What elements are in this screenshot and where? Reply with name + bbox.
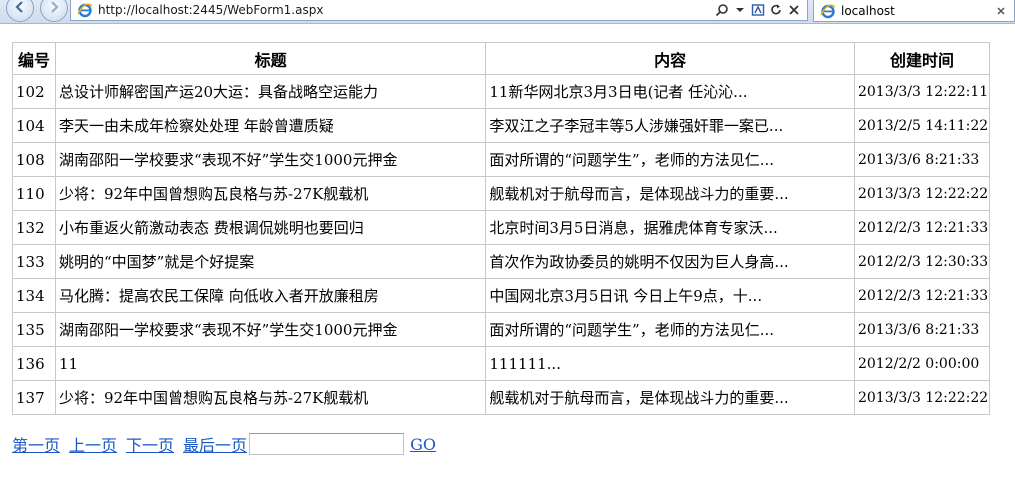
cell-created: 2013/3/6 8:21:33 [853,142,991,177]
column-header-id: 编号 [12,42,56,75]
cell-created: 2013/3/3 12:22:11 [853,74,991,109]
chevron-down-icon[interactable] [733,3,747,17]
table-row: 108 湖南邵阳一学校要求“表现不好”学生交1000元押金 面对所谓的“问题学生”，… [12,142,991,177]
cell-title: 湖南邵阳一学校要求“表现不好”学生交1000元押金 [54,142,487,177]
cell-id: 133 [12,244,56,279]
cell-id: 102 [12,74,56,109]
cell-content: 舰载机对于航母而言，是体现战斗力的重要... [485,380,855,415]
prev-page-link[interactable]: 上一页 [69,432,117,456]
cell-created: 2012/2/3 12:30:33 [853,244,991,279]
cell-created: 2012/2/3 12:21:33 [853,278,991,313]
cell-title: 小布重返火箭激动表态 费根调侃姚明也要回归 [54,210,487,245]
cell-created: 2013/3/3 12:22:22 [853,176,991,211]
cell-id: 104 [12,108,56,143]
pager: 第一页 上一页 下一页 最后一页 GO [12,432,445,456]
stop-icon[interactable] [787,3,801,17]
column-header-content: 内容 [485,42,855,75]
next-page-link[interactable]: 下一页 [126,432,174,456]
cell-created: 2012/2/3 12:21:33 [853,210,991,245]
tab-title: localhost [841,3,895,18]
table-row: 133 姚明的“中国梦”就是个好提案 首次作为政协委员的姚明不仅因为巨人身高... 2… [12,244,991,279]
browser-toolbar: http://localhost:2445/WebForm1.aspx loca… [0,0,1015,24]
compatibility-view-icon[interactable] [751,3,765,17]
table-row: 136 11 111111... 2012/2/2 0:00:00 [12,346,991,381]
cell-created: 2013/3/3 12:22:22 [853,380,991,415]
search-icon[interactable] [715,3,729,17]
cell-content: 李双江之子李冠丰等5人涉嫌强奸罪一案已... [485,108,855,143]
table-row: 102 总设计师解密国产运20大运：具备战略空运能力 11新华网北京3月3日电(记者… [12,74,991,109]
arrow-left-icon [13,0,27,18]
column-header-created: 创建时间 [853,42,991,75]
cell-content: 北京时间3月5日消息，据雅虎体育专家沃... [485,210,855,245]
address-bar[interactable]: http://localhost:2445/WebForm1.aspx [70,0,808,21]
cell-title: 湖南邵阳一学校要求“表现不好”学生交1000元押金 [54,312,487,347]
cell-content: 首次作为政协委员的姚明不仅因为巨人身高... [485,244,855,279]
table-row: 110 少将：92年中国曾想购瓦良格与苏-27K舰载机 舰载机对于航母而言，是体现战… [12,176,991,211]
arrow-right-icon [47,0,61,18]
go-link[interactable]: GO [410,435,436,454]
back-button[interactable] [6,0,34,22]
cell-content: 中国网北京3月5日讯 今日上午9点，十... [485,278,855,313]
cell-title: 少将：92年中国曾想购瓦良格与苏-27K舰载机 [54,380,487,415]
cell-id: 110 [12,176,56,211]
cell-title: 11 [54,346,487,381]
table-row: 137 少将：92年中国曾想购瓦良格与苏-27K舰载机 舰载机对于航母而言，是体现战… [12,380,991,415]
tab-favicon-icon [820,3,836,19]
cell-content: 111111... [485,346,855,381]
cell-title: 马化腾：提高农民工保障 向低收入者开放廉租房 [54,278,487,313]
address-url[interactable]: http://localhost:2445/WebForm1.aspx [98,3,715,17]
cell-title: 总设计师解密国产运20大运：具备战略空运能力 [54,74,487,109]
last-page-link[interactable]: 最后一页 [183,432,247,456]
cell-title: 李天一由未成年检察处处理 年龄曾遭质疑 [54,108,487,143]
cell-id: 108 [12,142,56,177]
cell-title: 少将：92年中国曾想购瓦良格与苏-27K舰载机 [54,176,487,211]
first-page-link[interactable]: 第一页 [12,432,60,456]
cell-created: 2012/2/2 0:00:00 [853,346,991,381]
grid-header-row: 编号 标题 内容 创建时间 [12,42,991,75]
cell-created: 2013/3/6 8:21:33 [853,312,991,347]
table-row: 132 小布重返火箭激动表态 费根调侃姚明也要回归 北京时间3月5日消息，据雅虎体育… [12,210,991,245]
cell-id: 135 [12,312,56,347]
cell-id: 136 [12,346,56,381]
cell-id: 137 [12,380,56,415]
cell-content: 面对所谓的“问题学生”，老师的方法见仁... [485,142,855,177]
page-number-input[interactable] [249,433,405,455]
table-row: 134 马化腾：提高农民工保障 向低收入者开放廉租房 中国网北京3月5日讯 今日上午… [12,278,991,313]
refresh-icon[interactable] [769,3,783,17]
table-row: 135 湖南邵阳一学校要求“表现不好”学生交1000元押金 面对所谓的“问题学生”，… [12,312,991,347]
browser-tab[interactable]: localhost [813,0,1015,22]
cell-id: 134 [12,278,56,313]
ie-logo-icon [77,2,93,18]
cell-content: 11新华网北京3月3日电(记者 任沁沁... [485,74,855,109]
table-row: 104 李天一由未成年检察处处理 年龄曾遭质疑 李双江之子李冠丰等5人涉嫌强奸罪一案… [12,108,991,143]
column-header-title: 标题 [54,42,487,75]
forward-button[interactable] [40,0,68,22]
tab-close-icon[interactable] [994,4,1008,18]
cell-title: 姚明的“中国梦”就是个好提案 [54,244,487,279]
cell-content: 面对所谓的“问题学生”，老师的方法见仁... [485,312,855,347]
cell-id: 132 [12,210,56,245]
cell-created: 2013/2/5 14:11:22 [853,108,991,143]
news-grid: 编号 标题 内容 创建时间 102 总设计师解密国产运20大运：具备战略空运能力 1… [12,42,991,415]
cell-content: 舰载机对于航母而言，是体现战斗力的重要... [485,176,855,211]
